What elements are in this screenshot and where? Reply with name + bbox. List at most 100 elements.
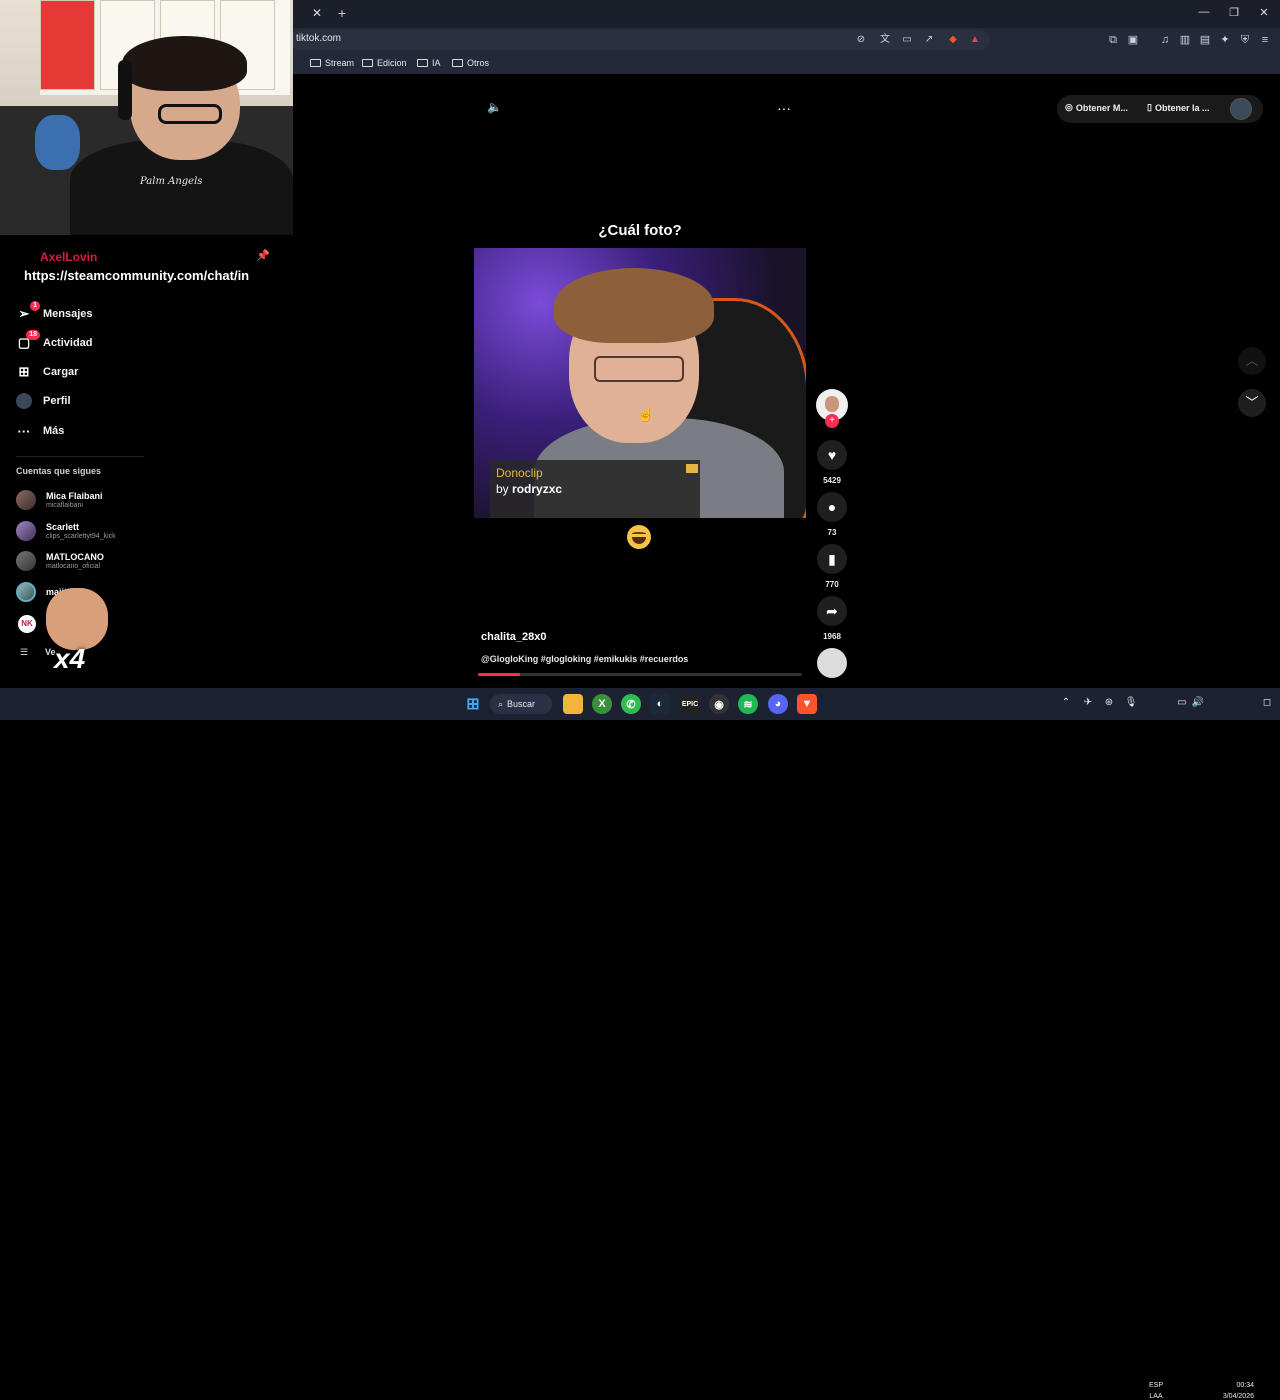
brave-browser-icon[interactable]: ▼ <box>797 694 817 714</box>
keyboard-layout[interactable]: LAA <box>1146 1393 1166 1400</box>
url-text[interactable]: tiktok.com <box>296 33 341 44</box>
url-bar[interactable]: tiktok.com ⊘ 文 ▭ ↗ ◆ ▲ <box>290 30 990 50</box>
wallet-icon[interactable]: ▤ <box>1198 33 1212 47</box>
bookmark-label: Edicion <box>377 58 407 68</box>
message-icon: ▢ 18 <box>16 330 40 351</box>
reader-icon[interactable]: ⊘ <box>854 33 868 47</box>
save-button[interactable]: ▮ <box>817 544 847 574</box>
video-progress-fill <box>478 673 520 676</box>
user-avatar[interactable] <box>1230 98 1252 120</box>
nav-cargar[interactable]: ⊞ Cargar <box>16 362 79 382</box>
cast-icon[interactable]: ▭ <box>900 33 914 47</box>
account-handle: clips_scarlettyt94_kick <box>46 532 116 540</box>
notification-badge: 18 <box>26 330 40 340</box>
following-account[interactable]: Scarlett clips_scarlettyt94_kick <box>16 517 116 545</box>
following-account[interactable]: MATLOCANO matlocano_oficial <box>16 547 104 575</box>
divider <box>16 456 144 457</box>
obs-icon[interactable]: ◉ <box>709 694 729 714</box>
glasses <box>594 356 684 382</box>
language-indicator[interactable]: ESP <box>1146 1382 1166 1389</box>
hand-cursor-icon: ☝ <box>637 406 655 422</box>
spotify-icon[interactable]: ≋ <box>738 694 758 714</box>
nav-label: Cargar <box>43 366 79 378</box>
emoji-mouth <box>632 537 646 544</box>
pin-icon: 📌 <box>256 250 270 262</box>
nav-label: Mensajes <box>43 308 93 320</box>
bookmark-otros[interactable]: Otros <box>452 56 489 70</box>
rewards-icon[interactable]: ▲ <box>968 33 982 47</box>
tray-app-icon[interactable]: ✈ <box>1081 696 1095 710</box>
account-name: Mica Flaibani <box>46 490 103 501</box>
video-frame[interactable]: Donoclip by rodryzxc <box>474 248 806 518</box>
streamer-name: AxelLovin <box>40 250 98 264</box>
tab-close-icon[interactable]: ✕ <box>309 6 325 22</box>
comment-button[interactable]: ● <box>817 492 847 522</box>
get-coins-button[interactable]: ◎ Obtener M... <box>1065 102 1128 113</box>
brave-shield-icon[interactable]: ◆ <box>946 33 960 47</box>
volume-icon[interactable]: 🔊 <box>1191 696 1205 710</box>
new-tab-icon[interactable]: + <box>334 5 350 21</box>
music-icon[interactable]: ♫ <box>1158 33 1172 47</box>
ai-icon[interactable]: ✦ <box>1218 33 1232 47</box>
coin-icon: ◎ <box>1065 102 1073 112</box>
whatsapp-icon[interactable]: ✆ <box>621 694 641 714</box>
screenshot-icon[interactable]: ▣ <box>1126 33 1140 47</box>
clock-time[interactable]: 00:34 <box>1208 1382 1254 1389</box>
chevron-up-icon[interactable]: ︿ <box>1238 347 1266 375</box>
ellipsis-icon[interactable]: ··· <box>776 100 792 116</box>
share-button[interactable]: ➦ <box>817 596 847 626</box>
comment-icon: ● <box>827 499 837 515</box>
notifications-icon[interactable]: ◻ <box>1260 696 1274 710</box>
nav-mensajes[interactable]: ➢ 1 Mensajes <box>16 301 93 324</box>
video-progress-track[interactable] <box>478 673 802 676</box>
sidebar-toggle-icon[interactable]: ▥ <box>1178 33 1192 47</box>
minimize-icon[interactable]: — <box>1194 6 1214 22</box>
window-close-icon[interactable]: ✕ <box>1254 6 1274 22</box>
follow-plus-icon[interactable]: + <box>825 414 839 428</box>
restore-icon[interactable]: ❐ <box>1224 6 1244 22</box>
music-disc-avatar[interactable] <box>817 648 847 678</box>
speaker-icon[interactable]: 🔈 <box>487 100 502 114</box>
video-caption: ¿Cuál foto? <box>598 222 682 239</box>
nav-actividad[interactable]: ▢ 18 Actividad <box>16 330 93 353</box>
donoclip-user: rodryzxc <box>512 482 563 496</box>
video-author[interactable]: chalita_28x0 <box>481 631 546 643</box>
nk-avatar[interactable]: NK <box>18 615 36 633</box>
clock-date[interactable]: 3/04/2026 <box>1208 1393 1254 1400</box>
upload-icon: ⊞ <box>18 364 30 379</box>
menu-icon[interactable]: ≡ <box>1258 33 1272 47</box>
bookmark-label: Otros <box>467 58 490 68</box>
pill-label: Obtener la ... <box>1154 102 1210 113</box>
steam-icon[interactable]: ◐ <box>650 694 670 714</box>
get-app-button[interactable]: ▯ Obtener la ... <box>1147 102 1209 113</box>
file-explorer-icon[interactable] <box>563 694 583 714</box>
donoclip-icon <box>686 464 698 473</box>
tray-app-icon[interactable]: ⊛ <box>1102 696 1116 710</box>
vpn-icon[interactable]: ⛨ <box>1238 33 1252 47</box>
chevron-down-icon[interactable]: ﹀ <box>1238 389 1266 417</box>
following-account[interactable]: Mica Flaibani micaflaibani <box>16 486 103 514</box>
nav-mas[interactable]: ··· Más <box>16 421 65 441</box>
network-icon[interactable]: ▭ <box>1175 696 1189 710</box>
poster <box>40 0 95 90</box>
comment-count: 73 <box>827 528 837 537</box>
bookmark-stream[interactable]: Stream <box>310 56 354 70</box>
avatar-face <box>825 396 839 412</box>
like-button[interactable]: ♥ <box>817 440 847 470</box>
microphone-icon[interactable]: 🎙 <box>1124 696 1138 710</box>
windows-start-icon[interactable]: ⊞ <box>463 694 483 714</box>
video-hashtags[interactable]: @GlogloKing #glogloking #emikukis #recue… <box>481 654 688 664</box>
translate-icon[interactable]: 文 <box>878 33 892 47</box>
nav-perfil[interactable]: Perfil <box>16 391 71 411</box>
plush-toy <box>35 115 80 170</box>
discord-icon[interactable]: ◕ <box>768 694 788 714</box>
extensions-icon[interactable]: ⧉ <box>1106 33 1120 47</box>
taskbar-search[interactable]: ⌕ Buscar <box>490 694 552 714</box>
bookmark-ia[interactable]: IA <box>417 56 441 70</box>
xbox-icon[interactable]: X <box>592 694 612 714</box>
chevron-up-tray-icon[interactable]: ⌃ <box>1059 696 1073 710</box>
profile-avatar-icon <box>16 393 32 409</box>
bookmark-edicion[interactable]: Edicion <box>362 56 407 70</box>
epic-games-icon[interactable]: EPIC <box>680 694 700 714</box>
share-page-icon[interactable]: ↗ <box>922 33 936 47</box>
